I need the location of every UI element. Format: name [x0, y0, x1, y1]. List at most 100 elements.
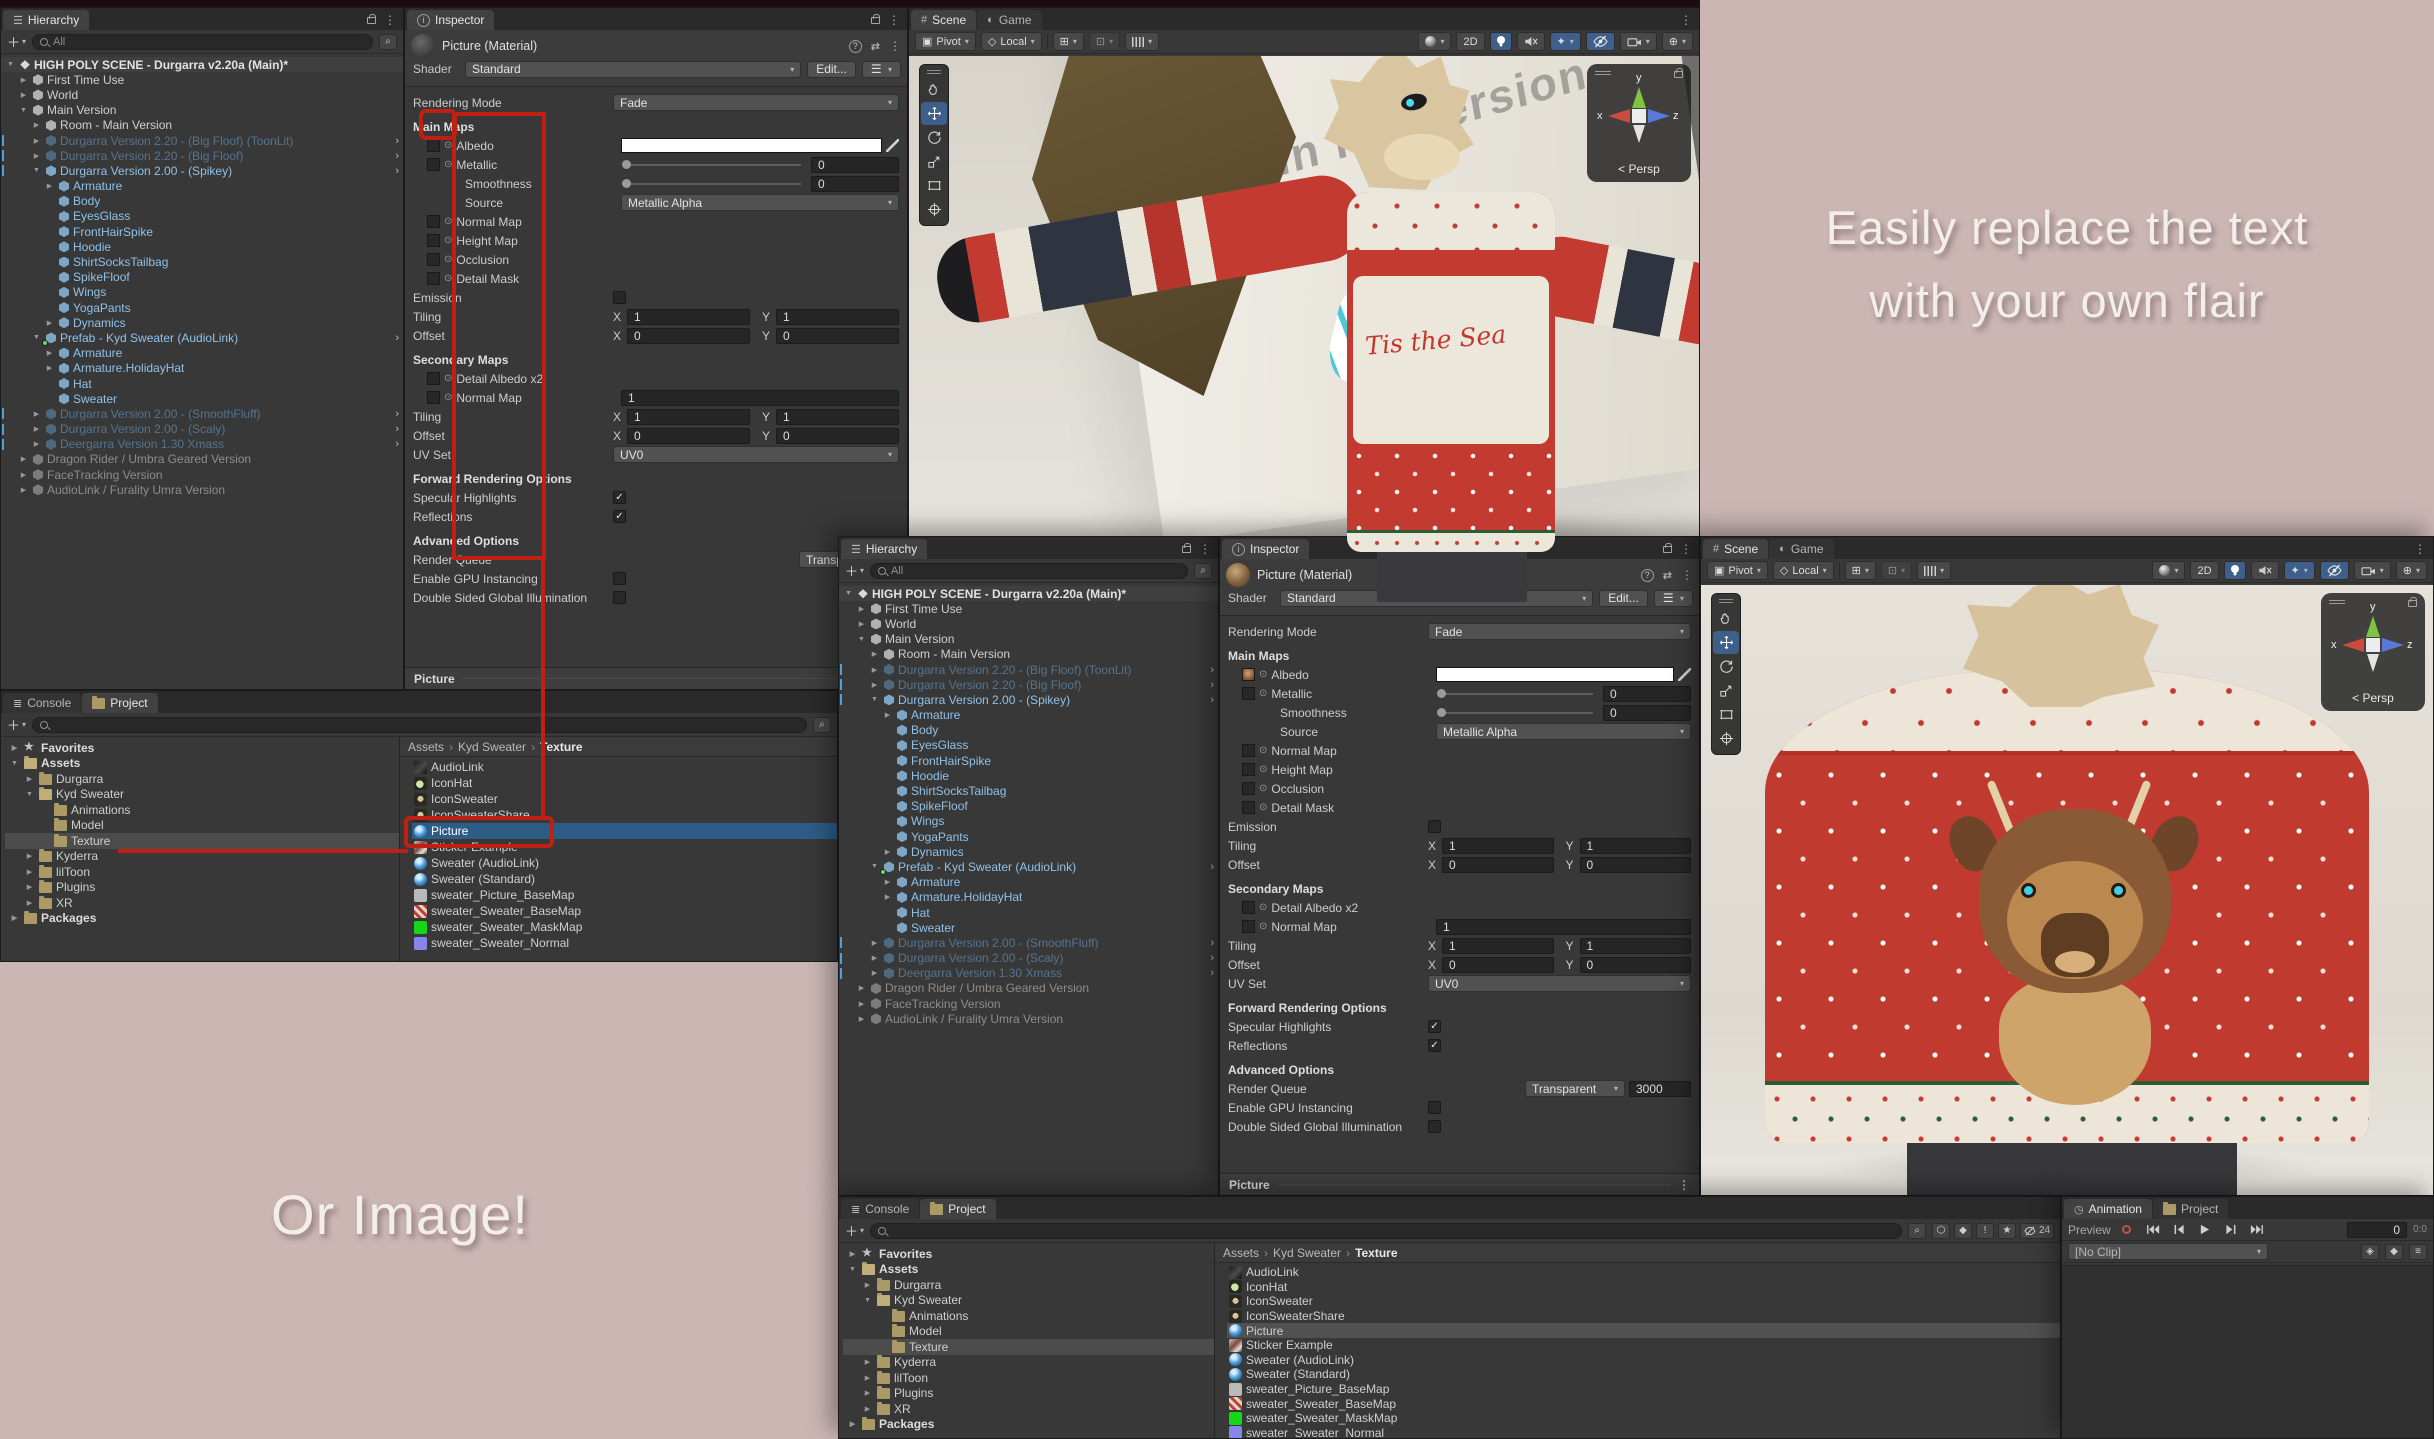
scene-orientation-gizmo[interactable]: x y z < Persp: [1587, 64, 1691, 182]
shader-menu-button[interactable]: ☰ ▾: [1653, 589, 1693, 607]
hierarchy-row[interactable]: Armature.HolidayHat ›: [1, 361, 403, 376]
expand-arrow-icon[interactable]: [862, 1281, 873, 1289]
folder-row[interactable]: lilToon: [843, 1370, 1214, 1386]
expand-arrow-icon[interactable]: [18, 455, 29, 463]
expand-arrow-icon[interactable]: [843, 590, 854, 597]
rendering-mode-dropdown[interactable]: Fade ▾: [1428, 623, 1691, 640]
preview-button[interactable]: Preview: [2068, 1223, 2111, 1237]
tab-hierarchy[interactable]: ☰ Hierarchy: [3, 10, 90, 30]
secondary-tiling-y-field[interactable]: 1: [776, 408, 899, 425]
expand-arrow-icon[interactable]: [44, 349, 55, 357]
hierarchy-row[interactable]: Room - Main Version ›: [1, 118, 403, 133]
asset-row[interactable]: IconSweaterShare: [1227, 1309, 2060, 1324]
prefab-open-chevron[interactable]: ›: [1210, 861, 1214, 873]
lighting-toggle-button[interactable]: [1489, 32, 1512, 51]
y-axis-cone[interactable]: [1632, 87, 1646, 108]
shader-dropdown[interactable]: Standard ▾: [465, 60, 802, 78]
expand-arrow-icon[interactable]: [9, 744, 20, 752]
scene-viewport-b[interactable]: x y z < Persp: [1701, 585, 2433, 1195]
metallic-slider[interactable]: [1437, 689, 1593, 698]
audio-mute-button[interactable]: [2250, 561, 2279, 580]
asset-row[interactable]: AudioLink: [412, 759, 837, 775]
hierarchy-row[interactable]: Dragon Rider / Umbra Geared Version ›: [1, 452, 403, 467]
expand-arrow-icon[interactable]: [847, 1420, 858, 1428]
uv-set-dropdown[interactable]: UV0 ▾: [1428, 975, 1691, 992]
lock-icon[interactable]: [1663, 542, 1672, 553]
tab-scene[interactable]: # Scene: [1703, 539, 1769, 559]
prefab-open-chevron[interactable]: ›: [395, 150, 399, 162]
x-axis-cone[interactable]: [1608, 109, 1630, 123]
detail-albedo-slot[interactable]: [427, 372, 440, 385]
hierarchy-row[interactable]: Deergarra Version 1.30 Xmass ›: [839, 966, 1218, 981]
keyframe-diamond-icon[interactable]: ◈: [2361, 1243, 2379, 1260]
hidden-objects-button[interactable]: [1585, 32, 1615, 51]
asset-row[interactable]: Sweater (Standard): [412, 871, 837, 887]
folder-row[interactable]: Packages: [5, 911, 399, 927]
label-filter-icon[interactable]: ◆: [1954, 1222, 1972, 1239]
smoothness-slider[interactable]: [1437, 708, 1593, 717]
prefab-open-chevron[interactable]: ›: [1210, 694, 1214, 706]
hierarchy-row[interactable]: ShirtSocksTailbag ›: [839, 783, 1218, 798]
expand-arrow-icon[interactable]: [9, 914, 20, 922]
project-search-input[interactable]: [870, 1222, 1902, 1239]
hierarchy-row[interactable]: Hat ›: [1, 376, 403, 391]
alert-icon[interactable]: !: [1976, 1222, 1994, 1239]
hierarchy-row[interactable]: YogaPants ›: [1, 300, 403, 315]
hierarchy-row[interactable]: Body ›: [1, 194, 403, 209]
kebab-menu-icon[interactable]: ⋮: [2414, 542, 2426, 556]
metallic-value-field[interactable]: 0: [1603, 685, 1691, 702]
hierarchy-row[interactable]: Room - Main Version ›: [839, 647, 1218, 662]
render-queue-dropdown[interactable]: Transparent▾: [1525, 1080, 1625, 1097]
folder-row[interactable]: Animations: [843, 1308, 1214, 1324]
hierarchy-row[interactable]: World ›: [1, 87, 403, 102]
expand-arrow-icon[interactable]: [31, 334, 42, 341]
kebab-menu-icon[interactable]: ⋮: [1199, 542, 1211, 556]
expand-arrow-icon[interactable]: [31, 121, 42, 129]
metallic-slider[interactable]: [622, 160, 801, 169]
hierarchy-row[interactable]: Durgarra Version 2.20 - (Big Floof) ›: [1, 148, 403, 163]
lock-icon[interactable]: [1182, 542, 1191, 553]
pivot-toggle-button[interactable]: ▣ Pivot ▾: [915, 32, 976, 51]
hierarchy-row[interactable]: Armature ›: [1, 179, 403, 194]
expand-arrow-icon[interactable]: [856, 984, 867, 992]
expand-arrow-icon[interactable]: [18, 76, 29, 84]
folder-row[interactable]: Model: [5, 818, 399, 834]
grid-snap-button[interactable]: ⊞ ▾: [1844, 561, 1876, 580]
reflections-checkbox[interactable]: [613, 510, 626, 523]
specular-highlights-checkbox[interactable]: [1428, 1020, 1441, 1033]
prefab-open-chevron[interactable]: ›: [1210, 952, 1214, 964]
prefab-open-chevron[interactable]: ›: [1210, 664, 1214, 676]
breadcrumb-assets[interactable]: Assets: [1223, 1246, 1259, 1260]
prefab-open-chevron[interactable]: ›: [395, 423, 399, 435]
expand-arrow-icon[interactable]: [31, 152, 42, 160]
frame-number-field[interactable]: 0: [2347, 1221, 2408, 1238]
scene-orientation-gizmo[interactable]: x y z < Persp: [2321, 593, 2425, 711]
asset-row[interactable]: sweater_Sweater_Normal: [412, 935, 837, 951]
folder-row[interactable]: Texture: [5, 833, 399, 849]
kebab-menu-icon[interactable]: ⋮: [384, 13, 396, 27]
expand-arrow-icon[interactable]: [31, 410, 42, 418]
hierarchy-row[interactable]: AudioLink / Furality Umra Version ›: [839, 1011, 1218, 1026]
hierarchy-row[interactable]: Sweater ›: [1, 391, 403, 406]
detail-mask-slot[interactable]: [427, 272, 440, 285]
material-footer-bar[interactable]: Picture ⋮: [405, 667, 907, 689]
gpu-instancing-checkbox[interactable]: [613, 572, 626, 585]
expand-arrow-icon[interactable]: [18, 107, 29, 114]
hierarchy-row[interactable]: First Time Use ›: [1, 72, 403, 87]
tab-animation[interactable]: ◷ Animation: [2064, 1199, 2152, 1219]
folder-row[interactable]: Kyderra: [843, 1355, 1214, 1371]
kebab-menu-icon[interactable]: ⋮: [1681, 568, 1693, 582]
move-tool-button[interactable]: [1713, 631, 1739, 654]
create-menu-button[interactable]: ＋ ▾: [845, 1221, 864, 1240]
record-button[interactable]: [2117, 1222, 2137, 1238]
folder-row[interactable]: Favorites: [843, 1246, 1214, 1262]
lighting-toggle-button[interactable]: [2223, 561, 2246, 580]
local-toggle-button[interactable]: ◇ Local ▾: [980, 32, 1042, 51]
reflections-checkbox[interactable]: [1428, 1039, 1441, 1052]
expand-arrow-icon[interactable]: [847, 1266, 858, 1273]
expand-arrow-icon[interactable]: [869, 696, 880, 703]
hierarchy-search-input[interactable]: All: [870, 562, 1188, 579]
effects-toggle-button[interactable]: ✦ ▾: [1549, 32, 1581, 51]
breadcrumb-kyd-sweater[interactable]: Kyd Sweater: [1273, 1246, 1341, 1260]
presets-icon[interactable]: ⇄: [871, 40, 880, 53]
